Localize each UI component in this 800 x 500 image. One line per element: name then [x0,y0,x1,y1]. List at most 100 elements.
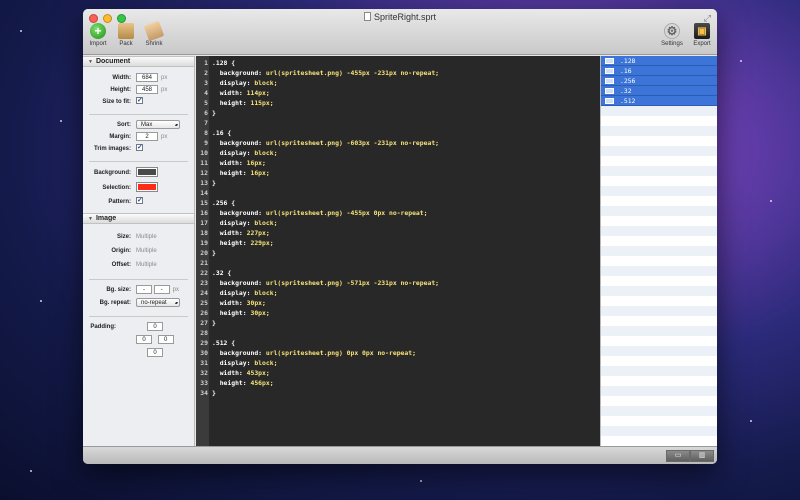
line-number: 24 [200,289,208,297]
bg-size-row: Bg. size: - - px [106,285,180,294]
background-color-well[interactable] [136,167,158,177]
settings-button[interactable]: ⚙ Settings [659,23,685,47]
disclosure-triangle-icon: ▼ [88,216,93,222]
selection-swatch [138,184,156,190]
pattern-checkbox[interactable]: ✓ [136,197,143,204]
import-button[interactable]: + Import [85,23,111,47]
export-button[interactable]: ▣ Export [689,23,715,47]
bg-size-width-field[interactable]: - [136,285,152,294]
pack-button[interactable]: Pack [113,23,139,47]
document-section-header[interactable]: ▼ Document [83,56,194,67]
code-text: } [212,389,216,397]
code-text: height: 115px; [212,99,274,107]
margin-field[interactable]: 2 [136,132,158,141]
margin-row: Margin: 2 px [109,132,168,141]
code-text: background: url(spritesheet.png) -455px … [212,209,428,217]
sprite-list-item[interactable]: .512 [601,96,717,106]
code-text: width: 30px; [212,299,266,307]
css-code-editor[interactable]: 1.128 {2 background: url(spritesheet.png… [196,56,600,446]
line-number: 4 [204,89,208,97]
sprite-list-item[interactable]: .128 [601,56,717,66]
code-text: width: 114px; [212,89,270,97]
code-text: display: block; [212,149,278,157]
code-line: 9 background: url(spritesheet.png) -603p… [196,138,600,148]
selection-color-well[interactable] [136,182,158,192]
sprite-list-item-label: .256 [620,77,636,85]
code-text: height: 16px; [212,169,270,177]
export-icon: ▣ [694,23,710,39]
sprite-list-item-label: .32 [620,87,632,95]
window-title: SpriteRight.sprt [83,12,717,22]
code-line: 19 height: 229px; [196,238,600,248]
code-line: 26 height: 30px; [196,308,600,318]
line-number: 1 [204,59,208,67]
code-text: background: url(spritesheet.png) -455px … [212,69,440,77]
code-text: background: url(spritesheet.png) -571px … [212,279,440,287]
sprite-list-item-label: .16 [620,67,632,75]
code-text: height: 456px; [212,379,274,387]
size-to-fit-checkbox[interactable]: ✓ [136,97,143,104]
selection-row: Selection: [83,182,194,197]
bg-size-height-field[interactable]: - [153,285,170,294]
line-number: 30 [200,349,208,357]
sprite-list-item[interactable]: .16 [601,66,717,76]
code-line: 21 [196,258,600,268]
line-number: 34 [200,389,208,397]
code-line: 6} [196,108,600,118]
code-line: 15 .256 { [196,198,600,208]
line-number: 19 [200,239,208,247]
code-line: 11 width: 16px; [196,158,600,168]
line-number: 11 [200,159,208,167]
padding-top-field[interactable]: 0 [147,322,163,331]
code-line: 7 [196,118,600,128]
code-line: 8 .16 { [196,128,600,138]
code-line: 28 [196,328,600,338]
line-number: 8 [204,129,208,137]
code-line: 2 background: url(spritesheet.png) -455p… [196,68,600,78]
line-number: 21 [200,259,208,267]
sprite-list: .128 .16 .256 .32 .512 [600,56,717,446]
code-line: 17 display: block; [196,218,600,228]
code-lines: 1.128 {2 background: url(spritesheet.png… [196,56,600,398]
padding-left-field[interactable]: 0 [136,335,152,344]
sprite-list-item[interactable]: .256 [601,76,717,86]
line-number: 2 [204,69,208,77]
code-text: display: block; [212,359,278,367]
code-text: .512 { [212,339,236,347]
code-line: 1 .128 { [196,58,600,68]
view-mode-segmented-control: ▭ ▥ [666,450,714,462]
padding-middle-row: 0 0 [83,335,194,348]
trim-images-checkbox[interactable]: ✓ [136,144,143,151]
line-number: 14 [200,189,208,197]
line-number: 31 [200,359,208,367]
canvas-view-button[interactable]: ▭ [666,450,690,462]
sprite-list-item-label: .512 [620,97,636,105]
sprite-list-item[interactable]: .32 [601,86,717,96]
shrink-button[interactable]: Shrink [141,20,167,47]
image-section-header[interactable]: ▼ Image [83,213,194,224]
height-field[interactable]: 458 [136,85,158,94]
code-text: .256 { [212,199,236,207]
sprite-list-item-label: .128 [620,57,636,65]
bg-repeat-select[interactable]: no-repeat [136,298,180,307]
status-bar: ▭ ▥ [83,446,717,464]
padding-right-field[interactable]: 0 [157,335,174,344]
code-line: 16 background: url(spritesheet.png) -455… [196,208,600,218]
line-number: 15 [200,199,208,207]
sort-select[interactable]: Max [136,120,180,129]
code-text: width: 16px; [212,159,266,167]
code-text: } [212,249,216,257]
width-field[interactable]: 684 [136,73,158,82]
line-number: 17 [200,219,208,227]
code-line: 18 width: 227px; [196,228,600,238]
split-view-button[interactable]: ▥ [690,450,714,462]
line-number: 10 [200,149,208,157]
size-to-fit-row: Size to fit: ✓ [102,97,143,105]
divider [89,316,188,317]
code-line: 31 display: block; [196,358,600,368]
line-number: 29 [200,339,208,347]
code-line: 27} [196,318,600,328]
height-row: Height: 458 px [110,85,168,94]
padding-bottom-field[interactable]: 0 [147,348,163,357]
line-number: 5 [204,99,208,107]
